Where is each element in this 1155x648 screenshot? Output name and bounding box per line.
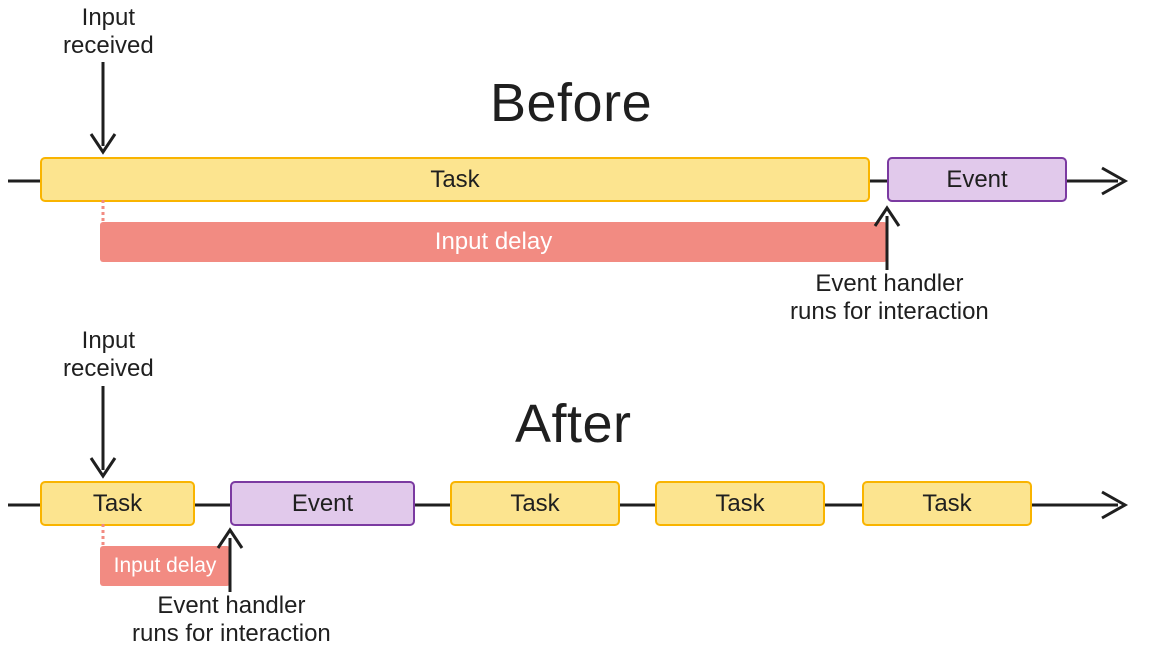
after-event-handler-label: Event handler runs for interaction bbox=[132, 592, 331, 648]
after-input-received-label: Input received bbox=[63, 327, 154, 383]
before-input-delay-bar: Input delay bbox=[100, 222, 887, 262]
after-input-delay-bar: Input delay bbox=[100, 546, 230, 586]
heading-after: After bbox=[515, 393, 632, 455]
after-input-received-arrow bbox=[100, 386, 120, 482]
heading-before: Before bbox=[490, 72, 652, 134]
after-task-4: Task bbox=[862, 481, 1032, 526]
after-event-box: Event bbox=[230, 481, 415, 526]
before-task-box: Task bbox=[40, 157, 870, 202]
after-task-3: Task bbox=[655, 481, 825, 526]
before-input-received-label: Input received bbox=[63, 4, 154, 60]
before-input-received-arrow bbox=[100, 62, 120, 158]
after-task-2: Task bbox=[450, 481, 620, 526]
after-input-dotted bbox=[100, 524, 106, 546]
before-event-box: Event bbox=[887, 157, 1067, 202]
before-event-handler-label: Event handler runs for interaction bbox=[790, 270, 989, 326]
before-input-dotted bbox=[100, 200, 106, 222]
after-task-1: Task bbox=[40, 481, 195, 526]
